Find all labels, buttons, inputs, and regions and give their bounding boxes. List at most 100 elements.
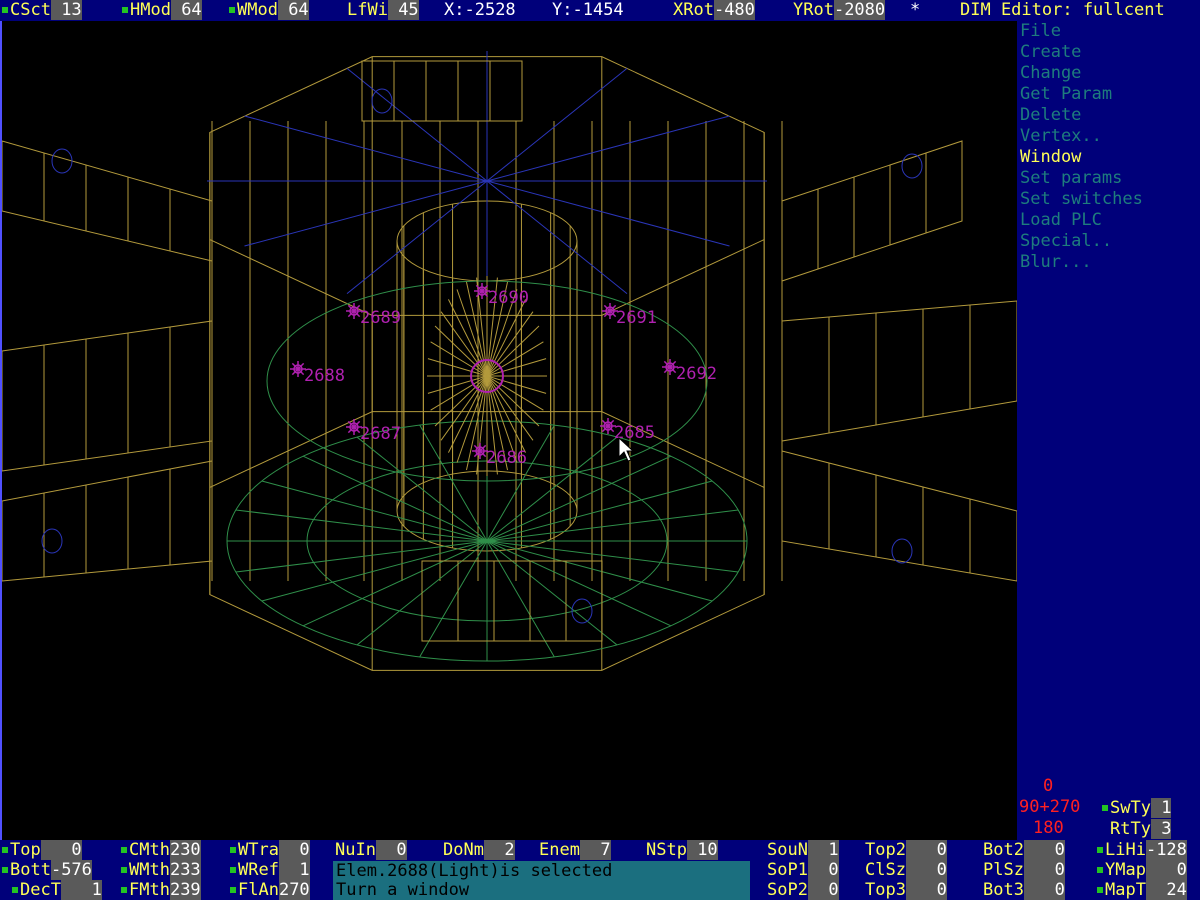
light-2690[interactable]: 2690 (474, 283, 529, 308)
angle-indicator: 0 90+270 180 SwTy 1 RtTy 3 (1017, 776, 1200, 840)
plsz-field[interactable]: PlSz 0 (983, 860, 1065, 880)
floor-radial (486, 540, 739, 573)
lfwi-field[interactable]: LfWi 45 (347, 0, 419, 21)
ceiling-radial (486, 68, 628, 182)
field-marker-icon (121, 847, 127, 853)
floor-radial (486, 509, 739, 542)
menu-item-set-params[interactable]: Set params (1020, 168, 1122, 189)
soun-field[interactable]: SouN 1 (767, 840, 839, 860)
floor-radial (486, 540, 713, 602)
corridor-arm (781, 140, 963, 282)
field-marker-icon (2, 867, 8, 873)
wtra-field[interactable]: WTra 0 (230, 840, 310, 860)
sop1-field[interactable]: SoP1 0 (767, 860, 839, 880)
wmth-field[interactable]: WMth233 (121, 860, 201, 880)
y-coordinate: Y:-1454 (552, 0, 624, 20)
bot2-field[interactable]: Bot2 0 (983, 840, 1065, 860)
dect-field[interactable]: DecT 1 (12, 880, 102, 900)
menu-item-blur[interactable]: Blur... (1020, 252, 1092, 273)
ceiling-radial (486, 180, 730, 247)
menu-item-window[interactable]: Window (1020, 147, 1081, 168)
wireframe-viewport[interactable]: 2690 2689 2691 2688 2692 2687 2685 2686 (0, 21, 1017, 840)
floor-radial (235, 509, 488, 542)
message-box: Elem.2688(Light)is selected Turn a windo… (333, 861, 750, 900)
floor-radial (486, 455, 672, 542)
wireframe-canvas[interactable]: 26902689 26912688 26922687 26852686 (2, 21, 1017, 840)
nstp-field[interactable]: NStp 10 (646, 840, 718, 860)
wmod-field[interactable]: WMod 64 (229, 0, 309, 21)
status-message: Elem.2688(Light)is selected (336, 861, 613, 881)
field-marker-icon (1102, 805, 1108, 811)
enem-field[interactable]: Enem 7 (539, 840, 611, 860)
floor-radial (486, 540, 555, 658)
donm-field[interactable]: DoNm 2 (443, 840, 515, 860)
corridor-arm (2, 460, 213, 582)
blue-ring (371, 88, 393, 114)
menu-item-delete[interactable]: Delete (1020, 105, 1081, 126)
menu-item-file[interactable]: File (1020, 21, 1061, 42)
menu-item-set-switches[interactable]: Set switches (1020, 189, 1143, 210)
floor-radial (302, 455, 488, 542)
floor-radial (486, 480, 713, 542)
sop2-field[interactable]: SoP2 0 (767, 880, 839, 900)
floor-radial (486, 540, 672, 627)
top2-field[interactable]: Top2 0 (865, 840, 947, 860)
floor-radial (419, 540, 488, 658)
ceiling-radial (346, 68, 488, 182)
menu-item-vertex[interactable]: Vertex.. (1020, 126, 1102, 147)
corridor-arm (2, 320, 213, 472)
rtty-field[interactable]: RtTy 3 (1102, 819, 1172, 839)
field-marker-icon (230, 867, 236, 873)
hint-message: Turn a window (336, 880, 470, 900)
light-label: 2689 (360, 308, 401, 328)
light-2692[interactable]: 2692 (662, 359, 717, 384)
top-field[interactable]: Top 0 (2, 840, 82, 860)
menu-item-load-plc[interactable]: Load PLC (1020, 210, 1102, 231)
top-status-bar: CSct 13 HMod 64 WMod 64 LfWi 45 X:-2528 … (0, 0, 1200, 21)
field-marker-icon (230, 847, 236, 853)
menu-item-change[interactable]: Change (1020, 63, 1081, 84)
mapt-field[interactable]: MapT 24 (1097, 880, 1187, 900)
swty-field[interactable]: SwTy 1 (1102, 798, 1172, 818)
field-marker-icon (229, 7, 235, 13)
menu-item-get-param[interactable]: Get Param (1020, 84, 1112, 105)
flan-field[interactable]: FlAn270 (230, 880, 310, 900)
cmth-field[interactable]: CMth230 (121, 840, 201, 860)
light-2689[interactable]: 2689 (346, 303, 401, 328)
light-label: 2686 (486, 448, 527, 468)
field-marker-icon (2, 847, 8, 853)
light-label: 2691 (616, 308, 657, 328)
field-marker-icon (121, 887, 127, 893)
light-2688[interactable]: 2688 (290, 361, 345, 386)
light-2686[interactable]: 2686 (472, 443, 527, 468)
hmod-field[interactable]: HMod 64 (122, 0, 202, 21)
modified-star: * (910, 0, 921, 20)
yrot-field[interactable]: YRot-2080 (793, 0, 886, 21)
lihi-field[interactable]: LiHi-128 (1097, 840, 1187, 860)
light-label: 2692 (676, 364, 717, 384)
field-marker-icon (121, 867, 127, 873)
menu-item-special[interactable]: Special.. (1020, 231, 1112, 252)
corridor-arm (781, 450, 1017, 582)
csct-field[interactable]: CSct 13 (2, 0, 82, 21)
top3-field[interactable]: Top3 0 (865, 880, 947, 900)
nuin-field[interactable]: NuIn 0 (335, 840, 407, 860)
ceiling-radial (486, 180, 628, 294)
wref-field[interactable]: WRef 1 (230, 860, 310, 880)
fmth-field[interactable]: FMth239 (121, 880, 201, 900)
field-marker-icon (1097, 847, 1103, 853)
field-marker-icon (1097, 887, 1103, 893)
editor-title: DIM Editor: fullcent (960, 0, 1165, 20)
bot3-field[interactable]: Bot3 0 (983, 880, 1065, 900)
light-label: 2687 (360, 424, 401, 444)
ceiling-radial (486, 115, 730, 182)
ceiling-radial (346, 180, 488, 294)
xrot-field[interactable]: XRot-480 (673, 0, 755, 21)
angle-middle: 90+270 (1019, 797, 1081, 817)
light-2687[interactable]: 2687 (346, 419, 401, 444)
clsz-field[interactable]: ClSz 0 (865, 860, 947, 880)
bott-field[interactable]: Bott-576 (2, 860, 92, 880)
light-2691[interactable]: 2691 (602, 303, 657, 328)
menu-item-create[interactable]: Create (1020, 42, 1081, 63)
ymap-field[interactable]: YMap 0 (1097, 860, 1187, 880)
